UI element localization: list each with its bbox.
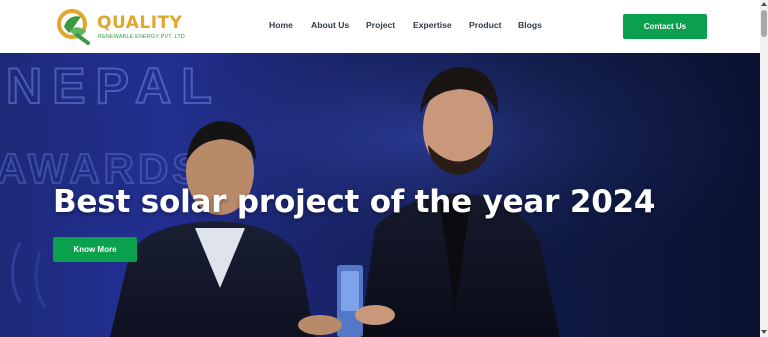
know-more-button[interactable]: Know More [53,237,137,262]
nav-home[interactable]: Home [269,20,293,30]
nav-expertise[interactable]: Expertise [413,20,452,30]
triangle-down-icon[interactable] [761,329,767,335]
brand-tagline: RENEWABLE ENERGY PVT. LTD. [98,34,187,40]
page-scrollbar[interactable] [760,0,768,337]
scrollbar-thumb[interactable] [761,10,767,37]
nav-blogs[interactable]: Blogs [518,20,542,30]
backdrop-text-nepal: NEPAL [6,58,222,114]
nav-about-us[interactable]: About Us [311,20,349,30]
brand-logo[interactable]: QUALITY RENEWABLE ENERGY PVT. LTD. [55,7,187,45]
site-header: QUALITY RENEWABLE ENERGY PVT. LTD. Home … [0,0,760,53]
triangle-up-icon[interactable] [761,1,767,7]
nav-project[interactable]: Project [366,20,395,30]
leaf-q-logo-icon [57,9,90,45]
nav-product[interactable]: Product [469,20,501,30]
contact-us-button[interactable]: Contact Us [623,14,707,39]
hero-title: Best solar project of the year 2024 [53,184,656,220]
brand-name: QUALITY [97,13,183,33]
hero-banner: NEPAL AWARDS Best solar project of the y… [0,53,760,337]
